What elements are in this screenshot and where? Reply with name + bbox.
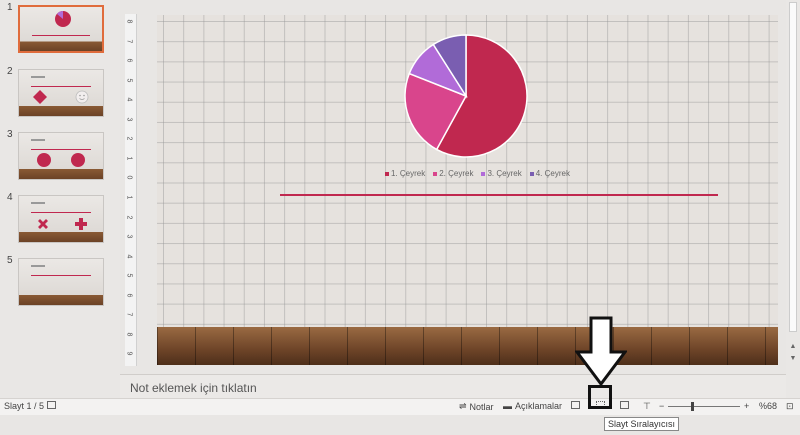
vertical-ruler: 8 7 6 5 4 3 2 1 0 1 2 3 4 5 6 7 8 9: [125, 14, 137, 366]
vertical-scrollbar[interactable]: ▲ ▼: [786, 0, 800, 398]
accessibility-icon[interactable]: [47, 401, 56, 409]
slide-number: 2: [7, 66, 13, 77]
scroll-up-icon[interactable]: ▲: [788, 342, 798, 352]
ruler-mark: 5: [125, 78, 133, 83]
comment-icon: ▬: [503, 401, 512, 411]
slide-number: 1: [7, 2, 13, 13]
plus-shape-icon: [75, 218, 87, 230]
slide-thumbnail-row: 2: [0, 66, 120, 126]
ruler-mark: 8: [125, 332, 133, 337]
slide-thumbnail-2[interactable]: [18, 69, 104, 117]
notes-pane[interactable]: Not eklemek için tıklatın: [120, 374, 786, 398]
multiply-shape-icon: [38, 219, 48, 229]
zoom-level[interactable]: %68: [759, 401, 777, 411]
slide-thumbnail-4[interactable]: [18, 195, 104, 243]
status-bar: Slayt 1 / 5 ⇌ Notlar ▬ Açıklamalar ⊤ − +…: [0, 398, 800, 415]
slide-thumbnail-5[interactable]: [18, 258, 104, 306]
comments-label: Açıklamalar: [515, 401, 563, 411]
ruler-mark: 8: [125, 19, 133, 24]
zoom-slider-thumb[interactable]: [691, 402, 694, 411]
slide-thumbnail-row: 1: [0, 2, 120, 62]
highlight-box: [588, 385, 612, 409]
ruler-mark: 0: [125, 175, 133, 180]
comments-button[interactable]: ▬ Açıklamalar: [503, 401, 562, 411]
notes-button[interactable]: ⇌ Notlar: [459, 401, 494, 412]
scrollbar-thumb[interactable]: [789, 2, 797, 332]
ruler-mark: 2: [125, 215, 133, 219]
pie-chart[interactable]: [403, 33, 529, 159]
ruler-mark: 3: [125, 234, 133, 239]
reading-view-icon[interactable]: [620, 401, 629, 409]
notes-label: Notlar: [469, 401, 494, 412]
slide-number: 4: [7, 192, 13, 203]
zoom-slider[interactable]: [668, 406, 740, 407]
legend-label: 2. Çeyrek: [439, 169, 474, 178]
legend-item: 3. Çeyrek: [481, 169, 522, 178]
ruler-mark: 4: [125, 97, 133, 102]
legend-label: 1. Çeyrek: [391, 169, 426, 178]
zoom-out-icon[interactable]: −: [659, 401, 664, 411]
slide-divider-line: [280, 194, 718, 196]
zoom-in-icon[interactable]: +: [744, 401, 749, 411]
diamond-shape-icon: [33, 90, 47, 104]
slide-canvas[interactable]: 1. Çeyrek 2. Çeyrek 3. Çeyrek 4. Çeyrek: [157, 15, 778, 365]
smiley-shape-icon: [75, 90, 89, 104]
legend-item: 4. Çeyrek: [529, 169, 570, 178]
slide-thumbnail-row: 3: [0, 129, 120, 189]
ruler-mark: 1: [125, 156, 133, 161]
slide-thumbnail-pane: 1 2 3 4 5: [0, 0, 120, 398]
slide-thumbnail-row: 4: [0, 192, 120, 252]
slide-thumbnail-3[interactable]: [18, 132, 104, 180]
legend-label: 3. Çeyrek: [487, 169, 522, 178]
ruler-mark: 1: [125, 195, 133, 200]
legend-item: 1. Çeyrek: [385, 169, 425, 178]
slide-number: 3: [7, 129, 13, 140]
slideshow-icon[interactable]: ⊤: [643, 401, 651, 412]
ruler-mark: 9: [125, 351, 133, 356]
ruler-mark: 6: [125, 58, 133, 63]
ruler-mark: 5: [125, 273, 133, 278]
notes-placeholder: Not eklemek için tıklatın: [130, 381, 257, 395]
mini-pie-icon: [55, 11, 71, 27]
legend-label: 4. Çeyrek: [535, 169, 570, 178]
tooltip: Slayt Sıralayıcısı: [604, 417, 680, 431]
ruler-mark: 7: [125, 39, 133, 43]
slide-thumbnail-1[interactable]: [18, 5, 104, 53]
circle-shape-icon: [71, 153, 85, 167]
fit-to-window-icon[interactable]: ⊡: [786, 401, 794, 412]
slide-number: 5: [7, 255, 13, 266]
legend-item: 2. Çeyrek: [433, 169, 473, 178]
legend-swatch: [481, 171, 486, 176]
ruler-mark: 2: [125, 136, 133, 141]
legend-swatch: [529, 171, 534, 176]
scroll-down-icon[interactable]: ▼: [788, 354, 798, 364]
legend-swatch: [385, 171, 389, 176]
ruler-mark: 3: [125, 117, 133, 122]
chart-legend: 1. Çeyrek 2. Çeyrek 3. Çeyrek 4. Çeyrek: [385, 169, 585, 178]
wood-floor-background: [157, 327, 778, 365]
down-arrow-icon: [575, 316, 627, 386]
slide-thumbnail-row: 5: [0, 255, 120, 315]
ruler-mark: 4: [125, 254, 133, 259]
ruler-mark: 7: [125, 312, 133, 317]
notes-icon: ⇌: [459, 401, 467, 411]
legend-swatch: [433, 171, 438, 176]
ruler-mark: 6: [125, 293, 133, 298]
slide-counter: Slayt 1 / 5: [4, 401, 45, 411]
circle-shape-icon: [37, 153, 51, 167]
normal-view-icon[interactable]: [571, 401, 580, 409]
